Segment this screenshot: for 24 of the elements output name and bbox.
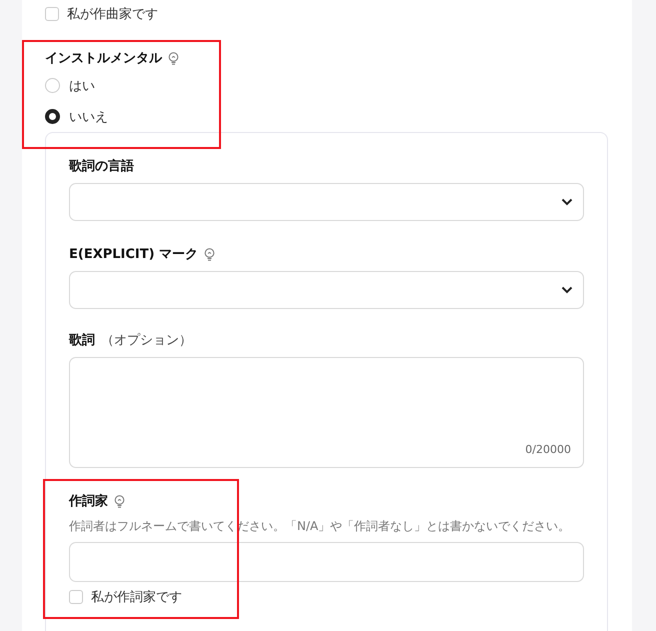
radio-label: いいえ — [69, 108, 108, 126]
lyricist-input[interactable] — [69, 542, 584, 582]
checkbox[interactable] — [69, 590, 83, 604]
lightbulb-icon[interactable] — [204, 248, 216, 260]
checkbox-label: 私が作曲家です — [67, 6, 158, 23]
character-counter: 0/20000 — [525, 443, 571, 456]
field-label: 歌詞の言語 — [69, 158, 134, 175]
optional-note: （オプション） — [101, 332, 192, 349]
lyrics-textarea[interactable]: 0/20000 — [69, 357, 584, 468]
chevron-down-icon — [561, 198, 573, 206]
field-label: E(EXPLICIT) マーク — [69, 246, 198, 263]
radio-button[interactable] — [45, 109, 60, 124]
radio-label: はい — [69, 78, 95, 94]
field-label: 作詞家 — [69, 492, 108, 510]
chevron-down-icon — [561, 286, 573, 294]
field-label: インストルメンタル — [45, 50, 162, 67]
checkbox-label: 私が作詞家です — [91, 589, 182, 606]
checkbox[interactable] — [45, 7, 59, 21]
composer-checkbox[interactable]: 私が作曲家です — [45, 5, 632, 23]
lightbulb-icon[interactable] — [114, 494, 125, 508]
language-select[interactable] — [69, 183, 584, 221]
lightbulb-icon[interactable] — [168, 52, 179, 64]
field-label: 歌詞 — [69, 332, 95, 349]
explicit-select[interactable] — [69, 271, 584, 309]
